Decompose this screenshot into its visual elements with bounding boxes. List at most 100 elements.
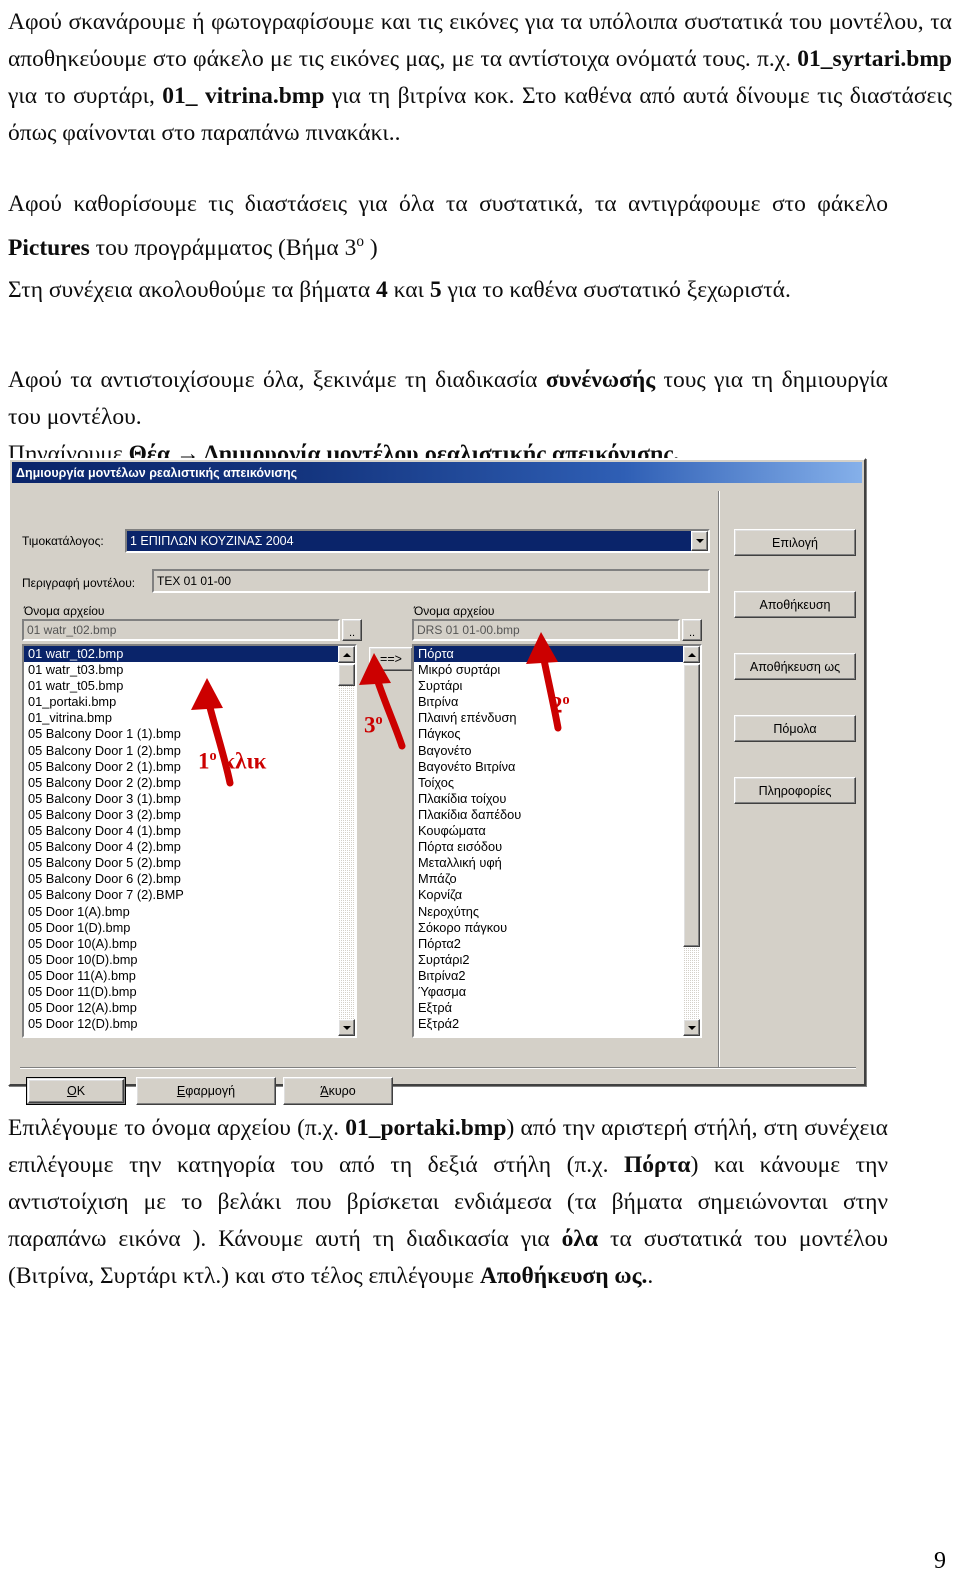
annotation-step1: 1ο κλικ xyxy=(198,748,266,775)
list-item[interactable]: Συρτάρι2 xyxy=(414,952,683,968)
list-item[interactable]: 01 watr_t02.bmp xyxy=(24,646,338,663)
list-item[interactable]: Πλακίδια δαπέδου xyxy=(414,807,683,823)
list-item[interactable]: 05 Balcony Door 4 (1).bmp xyxy=(24,823,338,839)
list-item[interactable]: 05 Balcony Door 1 (2).bmp xyxy=(24,743,338,759)
list-item[interactable]: Συρτάρι xyxy=(414,678,683,694)
list-item[interactable]: 05 Balcony Door 3 (2).bmp xyxy=(24,807,338,823)
list-item[interactable]: 05 Door 12(A).bmp xyxy=(24,1000,338,1016)
right-browse-button[interactable]: .. xyxy=(682,619,702,641)
list-item[interactable]: Βιτρίνα2 xyxy=(414,968,683,984)
right-filename-field[interactable]: DRS 01 01-00.bmp xyxy=(412,619,680,641)
source-file-listbox[interactable]: 01 watr_t02.bmp 01 watr_t03.bmp 01 watr_t0… xyxy=(22,644,357,1038)
side-button-save-as[interactable]: Αποθήκευση ως xyxy=(734,653,856,680)
annotation-step3-number: 3 xyxy=(364,712,376,738)
list-item[interactable]: Βιτρίνα xyxy=(414,694,683,710)
list-item[interactable]: Πάγκος xyxy=(414,726,683,742)
list-item[interactable]: 01 watr_t05.bmp xyxy=(24,678,338,694)
list-item[interactable]: Εξτρά2 xyxy=(414,1016,683,1032)
list-item[interactable]: Πόρτα εισόδου xyxy=(414,839,683,855)
list-item[interactable]: Πλακίδια τοίχου xyxy=(414,791,683,807)
scroll-up-icon[interactable] xyxy=(338,646,355,663)
list-item[interactable]: Τοίχος xyxy=(414,775,683,791)
panel-divider-horizontal xyxy=(20,1067,856,1069)
left-filename-label: Όνομα αρχείου xyxy=(24,604,105,618)
list-item[interactable]: 05 Balcony Door 3 (1).bmp xyxy=(24,791,338,807)
side-button-info[interactable]: Πληροφορίες xyxy=(734,777,856,804)
list-item[interactable]: Κορνίζα xyxy=(414,887,683,903)
scroll-up-icon[interactable] xyxy=(683,646,700,663)
assign-arrow-label: ==> xyxy=(380,652,402,666)
annotation-step2: 2ο xyxy=(551,692,570,719)
side-button-save-as-label: Αποθήκευση ως xyxy=(749,659,841,674)
side-button-save[interactable]: Αποθήκευση xyxy=(734,591,856,618)
dialog-titlebar: Δημιουργία μοντέλων ρεαλιστικής απεικόνι… xyxy=(12,462,862,483)
ok-button[interactable]: OK xyxy=(26,1077,126,1105)
pricelist-label: Τιμοκατάλογος: xyxy=(22,534,104,548)
category-scrollbar[interactable] xyxy=(683,646,700,1036)
scroll-thumb[interactable] xyxy=(683,664,700,947)
model-description-label: Περιγραφή μοντέλου: xyxy=(22,576,136,590)
list-item[interactable]: 05 Door 1(D).bmp xyxy=(24,920,338,936)
source-file-items[interactable]: 01 watr_t02.bmp 01 watr_t03.bmp 01 watr_t0… xyxy=(24,646,338,1036)
list-item[interactable]: 05 Balcony Door 1 (1).bmp xyxy=(24,726,338,742)
right-filename-label: Όνομα αρχείου xyxy=(414,604,495,618)
list-item[interactable]: 05 Balcony Door 5 (2).bmp xyxy=(24,855,338,871)
list-item[interactable]: Κουφώματα xyxy=(414,823,683,839)
assign-arrow-button[interactable]: ==> xyxy=(369,647,413,671)
dialog-body: Τιμοκατάλογος: 1 ΕΠΙΠΛΩΝ ΚΟΥΖΙΝΑΣ 2004 Π… xyxy=(12,485,862,1105)
left-filename-field[interactable]: 01 watr_t02.bmp xyxy=(22,619,340,641)
annotation-step3-sup: ο xyxy=(375,712,383,728)
list-item[interactable]: 01_vitrina.bmp xyxy=(24,710,338,726)
list-item[interactable]: Πλαινή επένδυση xyxy=(414,710,683,726)
list-item[interactable]: 05 Door 12(D).bmp xyxy=(24,1016,338,1032)
list-item[interactable]: Μπάζο xyxy=(414,871,683,887)
apply-button-label: φαρμογή xyxy=(185,1084,236,1098)
category-items[interactable]: Πόρτα Μικρό συρτάρι Συρτάρι Βιτρίνα Πλαινή ε… xyxy=(414,646,683,1036)
list-item[interactable]: 01_portaki.bmp xyxy=(24,694,338,710)
list-item[interactable]: Πόρτα xyxy=(414,646,683,663)
cancel-button[interactable]: Άκυρο xyxy=(283,1077,393,1105)
page-number: 9 xyxy=(934,1548,946,1574)
apply-button[interactable]: Εφαρμογή xyxy=(136,1077,276,1105)
realistic-model-dialog: Δημιουργία μοντέλων ρεαλιστικής απεικόνι… xyxy=(8,458,866,1105)
pricelist-value: 1 ΕΠΙΠΛΩΝ ΚΟΥΖΙΝΑΣ 2004 xyxy=(127,531,691,551)
list-item[interactable]: Μεταλλική υφή xyxy=(414,855,683,871)
list-item[interactable]: 05 Door 11(A).bmp xyxy=(24,968,338,984)
list-item[interactable]: Μικρό συρτάρι xyxy=(414,662,683,678)
list-item[interactable]: 05 Door 1(A).bmp xyxy=(24,904,338,920)
list-item[interactable]: Πόρτα2 xyxy=(414,936,683,952)
list-item[interactable]: 05 Door 10(D).bmp xyxy=(24,952,338,968)
list-item[interactable]: Βαγονέτο Βιτρίνα xyxy=(414,759,683,775)
list-item[interactable]: 01 watr_t03.bmp xyxy=(24,662,338,678)
list-item[interactable]: 05 Balcony Door 4 (2).bmp xyxy=(24,839,338,855)
paragraph-menu-path: Αφού τα αντιστοιχίσουμε όλα, ξεκινάμε τη… xyxy=(8,367,888,467)
list-item[interactable]: Εξτρά xyxy=(414,1000,683,1016)
scroll-down-icon[interactable] xyxy=(683,1019,700,1036)
dialog-title: Δημιουργία μοντέλων ρεαλιστικής απεικόνι… xyxy=(16,465,298,480)
list-item[interactable]: 05 Door 10(A).bmp xyxy=(24,936,338,952)
cancel-button-accesskey: Ά xyxy=(320,1084,329,1098)
source-file-scrollbar[interactable] xyxy=(338,646,355,1036)
list-item[interactable]: 05 Balcony Door 2 (1).bmp xyxy=(24,759,338,775)
list-item[interactable]: 05 Balcony Door 2 (2).bmp xyxy=(24,775,338,791)
pricelist-combobox[interactable]: 1 ΕΠΙΠΛΩΝ ΚΟΥΖΙΝΑΣ 2004 xyxy=(125,529,710,553)
annotation-step3: 3ο xyxy=(364,712,383,739)
paragraph-steps-4-5: Στη συνέχεια ακολουθούμε τα βήματα 4 και… xyxy=(8,277,791,303)
list-item[interactable]: Νεροχύτης xyxy=(414,904,683,920)
side-button-select[interactable]: Επιλογή xyxy=(734,529,856,556)
chevron-down-icon[interactable] xyxy=(691,531,708,551)
list-item[interactable]: Ύφασμα xyxy=(414,984,683,1000)
paragraph-instructions: Επιλέγουμε το όνομα αρχείου (π.χ. 01_por… xyxy=(8,1115,888,1289)
list-item[interactable]: Βαγονέτο xyxy=(414,743,683,759)
list-item[interactable]: 05 Door 11(D).bmp xyxy=(24,984,338,1000)
model-description-field[interactable]: TEX 01 01-00 xyxy=(152,569,710,593)
left-browse-button[interactable]: .. xyxy=(342,619,362,641)
annotation-step1-number: 1 xyxy=(198,748,210,774)
list-item[interactable]: 05 Balcony Door 6 (2).bmp xyxy=(24,871,338,887)
scroll-down-icon[interactable] xyxy=(338,1019,355,1036)
side-button-handles[interactable]: Πόμολα xyxy=(734,715,856,742)
list-item[interactable]: Σόκορο πάγκου xyxy=(414,920,683,936)
list-item[interactable]: 05 Balcony Door 7 (2).BMP xyxy=(24,887,338,903)
scroll-thumb[interactable] xyxy=(338,664,355,686)
paragraph-intro: Αφού σκανάρουμε ή φωτογραφίσουμε και τις… xyxy=(8,9,952,146)
